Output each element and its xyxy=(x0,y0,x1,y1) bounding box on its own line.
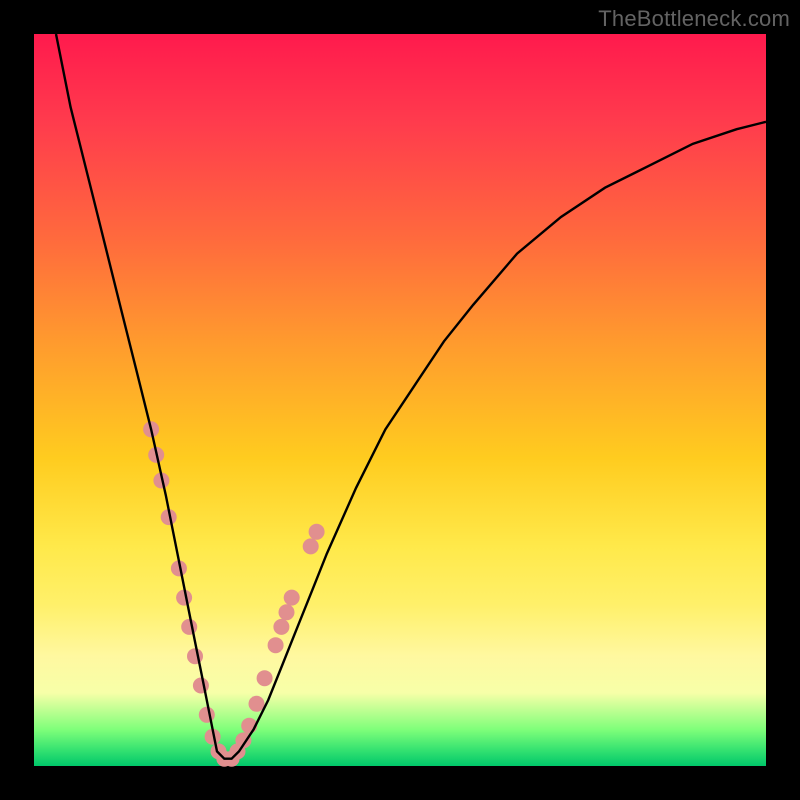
plot-area xyxy=(34,34,766,766)
marker-dot xyxy=(249,696,265,712)
bottleneck-curve xyxy=(56,34,766,759)
marker-dot xyxy=(309,524,325,540)
marker-dot xyxy=(193,678,209,694)
marker-dot xyxy=(284,590,300,606)
marker-dot xyxy=(181,619,197,635)
marker-dot xyxy=(199,707,215,723)
watermark-text: TheBottleneck.com xyxy=(598,6,790,32)
marker-dot xyxy=(187,648,203,664)
marker-dot xyxy=(273,619,289,635)
chart-frame: TheBottleneck.com xyxy=(0,0,800,800)
marker-dot xyxy=(279,604,295,620)
marker-layer xyxy=(143,421,325,766)
marker-dot xyxy=(268,637,284,653)
marker-dot xyxy=(303,538,319,554)
marker-dot xyxy=(257,670,273,686)
chart-svg xyxy=(34,34,766,766)
